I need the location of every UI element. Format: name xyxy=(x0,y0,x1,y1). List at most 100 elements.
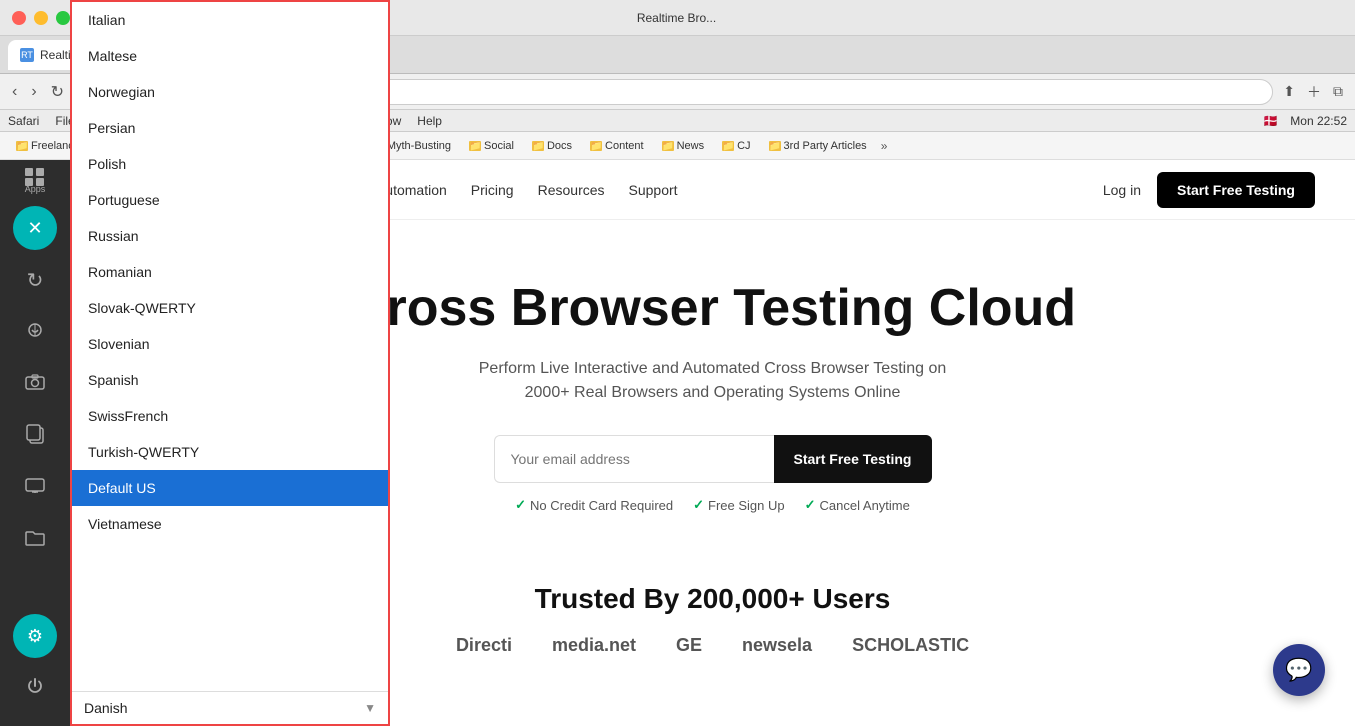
language-item-defaultus[interactable]: Default US xyxy=(72,470,388,506)
copy-btn[interactable] xyxy=(13,414,57,458)
reload-btn[interactable]: ↻ xyxy=(47,78,68,106)
monitor-btn[interactable] xyxy=(13,466,57,510)
close-session-btn[interactable]: ✕ xyxy=(13,206,57,250)
folder-btn[interactable] xyxy=(13,518,57,562)
bookmark-label: CJ xyxy=(737,140,750,152)
clock-time: Mon 22:52 xyxy=(1290,114,1347,128)
clock: 🇩🇰 xyxy=(1263,114,1278,128)
apps-label: Apps xyxy=(25,184,46,194)
rotate-icon: ↻ xyxy=(27,268,44,293)
chevron-down-icon: ▼ xyxy=(364,701,376,715)
folder-icon: 📁 xyxy=(662,141,674,151)
bug-btn[interactable] xyxy=(13,310,57,354)
bookmark-3rdparty[interactable]: 📁 3rd Party Articles xyxy=(761,138,875,154)
sidebar: Apps ✕ ↻ xyxy=(0,160,70,726)
gear-icon: ⚙ xyxy=(27,626,43,647)
language-item-portuguese[interactable]: Portuguese xyxy=(72,182,388,218)
close-icon: ✕ xyxy=(27,218,42,239)
header-right: Log in Start Free Testing xyxy=(1103,172,1315,208)
rotate-btn[interactable]: ↻ xyxy=(13,258,57,302)
bookmark-social[interactable]: 📁 Social xyxy=(461,138,522,154)
language-item-romanian[interactable]: Romanian xyxy=(72,254,388,290)
bookmark-label: Social xyxy=(484,140,514,152)
share-btn[interactable]: ⬆ xyxy=(1279,79,1299,104)
keyboard-language-dropdown: Italian Maltese Norwegian Persian Polish… xyxy=(70,160,390,726)
folder-icon: 📁 xyxy=(769,141,781,151)
language-item-polish[interactable]: Polish xyxy=(72,160,388,182)
logo-medianet: media.net xyxy=(552,635,636,656)
language-item-slovak[interactable]: Slovak-QWERTY xyxy=(72,290,388,326)
camera-btn[interactable] xyxy=(13,362,57,406)
login-link[interactable]: Log in xyxy=(1103,182,1141,198)
badge-no-credit: ✓ No Credit Card Required xyxy=(515,497,673,513)
nav-resources[interactable]: Resources xyxy=(538,182,605,198)
bookmark-news[interactable]: 📁 News xyxy=(654,138,713,154)
header-cta-button[interactable]: Start Free Testing xyxy=(1157,172,1315,208)
forward-btn[interactable]: › xyxy=(27,79,40,105)
bookmark-content[interactable]: 📁 Content xyxy=(582,138,652,154)
footer-language-label: Danish xyxy=(84,700,128,716)
new-tab-btn[interactable]: ＋ xyxy=(1303,78,1325,106)
hero-cta-button[interactable]: Start Free Testing xyxy=(774,435,932,483)
bookmark-label: Content xyxy=(605,140,644,152)
chat-icon: 💬 xyxy=(1285,657,1312,683)
sidebar-top: ✕ ↻ xyxy=(13,198,57,610)
folder-icon xyxy=(25,530,45,551)
language-item-spanish[interactable]: Spanish xyxy=(72,362,388,398)
dropdown-footer[interactable]: Danish ▼ xyxy=(72,691,388,724)
bookmark-label: 3rd Party Articles xyxy=(784,140,867,152)
menu-help[interactable]: Help xyxy=(417,114,442,128)
bookmark-label: Myth-Busting xyxy=(387,140,451,152)
bookmarks-overflow[interactable]: » xyxy=(881,139,888,153)
folder-icon: 📁 xyxy=(722,141,734,151)
apps-button[interactable]: Apps xyxy=(25,168,46,194)
window-title: Realtime Bro... xyxy=(637,11,716,25)
content-area: Apps ✕ ↻ xyxy=(0,160,1355,726)
tab-favicon: RT xyxy=(20,48,34,62)
camera-icon xyxy=(25,374,45,395)
nav-pricing[interactable]: Pricing xyxy=(471,182,514,198)
check-icon-3: ✓ xyxy=(805,497,816,513)
folder-icon: 📁 xyxy=(16,141,28,151)
logo-directi: Directi xyxy=(456,635,512,656)
menu-safari[interactable]: Safari xyxy=(8,114,39,128)
folder-icon: 📁 xyxy=(532,141,544,151)
email-input[interactable] xyxy=(494,435,774,483)
language-item-swissfrench[interactable]: SwissFrench xyxy=(72,398,388,434)
language-item-slovenian[interactable]: Slovenian xyxy=(72,326,388,362)
window-min-btn[interactable] xyxy=(34,11,48,25)
folder-icon: 📁 xyxy=(469,141,481,151)
bookmark-cj[interactable]: 📁 CJ xyxy=(714,138,758,154)
sidebar-bottom: ⚙ xyxy=(13,614,57,718)
sidebar-toggle-btn[interactable]: ⧉ xyxy=(1329,79,1347,104)
check-icon-2: ✓ xyxy=(693,497,704,513)
language-item-vietnamese[interactable]: Vietnamese xyxy=(72,506,388,542)
back-btn[interactable]: ‹ xyxy=(8,79,21,105)
logo-ge: GE xyxy=(676,635,702,656)
bookmark-docs[interactable]: 📁 Docs xyxy=(524,138,580,154)
folder-icon: 📁 xyxy=(590,141,602,151)
window-max-btn[interactable] xyxy=(56,11,70,25)
browser-window: Realtime Bro... RT Realtime Bro... ‹ › ↻… xyxy=(0,0,1355,726)
copy-icon xyxy=(26,424,44,449)
logo-newsela: newsela xyxy=(742,635,812,656)
badge-label-3: Cancel Anytime xyxy=(820,498,910,513)
chat-button[interactable]: 💬 xyxy=(1273,644,1325,696)
badge-free-signup: ✓ Free Sign Up xyxy=(693,497,785,513)
badge-label-2: Free Sign Up xyxy=(708,498,785,513)
power-btn[interactable] xyxy=(13,666,57,710)
bookmark-label: Docs xyxy=(547,140,572,152)
monitor-icon xyxy=(25,478,45,499)
window-close-btn[interactable] xyxy=(12,11,26,25)
power-icon xyxy=(26,677,44,700)
logo-scholastic: SCHOLASTIC xyxy=(852,635,969,656)
badge-cancel: ✓ Cancel Anytime xyxy=(805,497,910,513)
language-item-russian[interactable]: Russian xyxy=(72,218,388,254)
check-icon-1: ✓ xyxy=(515,497,526,513)
bug-icon xyxy=(25,320,45,345)
nav-support[interactable]: Support xyxy=(629,182,678,198)
settings-btn[interactable]: ⚙ xyxy=(13,614,57,658)
badge-label-1: No Credit Card Required xyxy=(530,498,673,513)
language-item-turkish[interactable]: Turkish-QWERTY xyxy=(72,434,388,470)
language-list[interactable]: Italian Maltese Norwegian Persian Polish… xyxy=(72,160,388,691)
